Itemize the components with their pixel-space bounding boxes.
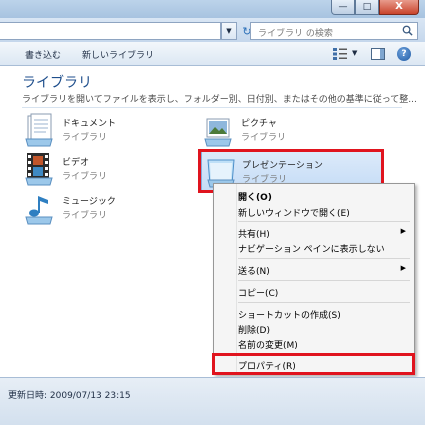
library-item-videos[interactable]: ビデオ ライブラリ xyxy=(24,152,174,192)
videos-library-icon xyxy=(25,153,53,186)
caption-buttons: — □ X xyxy=(331,0,419,16)
library-type: ライブラリ xyxy=(62,211,108,221)
menu-item-label: 送る(N) xyxy=(238,267,270,277)
menu-item-label: ナビゲーション ペインに表示しない xyxy=(238,245,385,255)
search-placeholder: ライブラリ の検索 xyxy=(258,29,333,39)
page-title: ライブラリ xyxy=(22,75,92,91)
menu-item-label: 新しいウィンドウで開く(E) xyxy=(238,209,350,219)
menu-item-delete[interactable]: 削除(D) xyxy=(214,321,414,336)
menu-item-rename[interactable]: 名前の変更(M) xyxy=(214,336,414,351)
details-pane: 更新日時: 2009/07/13 23:15 xyxy=(0,377,425,425)
new-library-button[interactable]: 新しいライブラリ xyxy=(82,48,154,61)
close-button[interactable]: X xyxy=(379,0,419,15)
menu-item-send-to[interactable]: 送る(N) ▶ xyxy=(214,262,414,277)
menu-separator xyxy=(238,302,410,303)
menu-item-open-new-window[interactable]: 新しいウィンドウで開く(E) xyxy=(214,204,414,219)
menu-item-copy[interactable]: コピー(C) xyxy=(214,284,414,299)
menu-item-label: 削除(D) xyxy=(238,326,270,336)
library-name: ドキュメント xyxy=(62,119,117,129)
maximize-icon: □ xyxy=(362,1,372,12)
library-name: ビデオ xyxy=(62,158,90,168)
library-type: ライブラリ xyxy=(241,133,287,143)
chevron-down-icon: ▼ xyxy=(226,27,232,35)
menu-item-hide-from-navigation[interactable]: ナビゲーション ペインに表示しない xyxy=(214,240,414,255)
library-item-music[interactable]: ミュージック ライブラリ xyxy=(24,191,174,231)
library-item-documents[interactable]: ドキュメント ライブラリ xyxy=(24,113,174,153)
menu-item-label: 開く(O) xyxy=(238,193,272,203)
address-dropdown-button[interactable]: ▼ xyxy=(221,22,237,40)
help-icon[interactable]: ? xyxy=(397,47,411,61)
library-name: ピクチャ xyxy=(241,119,277,129)
pictures-library-icon xyxy=(204,118,232,147)
menu-item-open[interactable]: 開く(O) xyxy=(214,188,414,203)
search-icon[interactable] xyxy=(402,25,413,36)
title-bar: — □ X xyxy=(0,0,425,18)
menu-separator xyxy=(238,221,410,222)
menu-item-label: 名前の変更(M) xyxy=(238,341,298,351)
documents-library-icon xyxy=(25,113,53,147)
submenu-arrow-icon: ▶ xyxy=(400,227,406,235)
menu-item-label: ショートカットの作成(S) xyxy=(238,311,341,321)
menu-item-label: コピー(C) xyxy=(238,289,279,299)
music-library-icon xyxy=(25,196,53,225)
library-name: ミュージック xyxy=(62,197,116,207)
minimize-icon: — xyxy=(338,1,348,12)
menu-separator xyxy=(238,258,410,259)
library-item-pictures[interactable]: ピクチャ ライブラリ xyxy=(203,113,353,153)
search-input[interactable]: ライブラリ の検索 xyxy=(250,22,418,40)
close-icon: X xyxy=(395,1,403,12)
address-bar: ▼ ↻ ライブラリ の検索 xyxy=(0,18,425,42)
minimize-button[interactable]: — xyxy=(331,0,355,15)
address-input[interactable] xyxy=(0,22,221,40)
modified-date: 更新日時: 2009/07/13 23:15 xyxy=(8,391,131,401)
menu-item-share[interactable]: 共有(H) ▶ xyxy=(214,225,414,240)
divider xyxy=(22,107,402,108)
context-menu: 開く(O) 新しいウィンドウで開く(E) 共有(H) ▶ ナビゲーション ペイン… xyxy=(213,183,415,375)
menu-item-label: 共有(H) xyxy=(238,230,270,240)
library-type: ライブラリ xyxy=(62,172,108,182)
change-view-icon[interactable] xyxy=(333,48,347,60)
menu-item-create-shortcut[interactable]: ショートカットの作成(S) xyxy=(214,306,414,321)
view-options-dropdown[interactable]: ▼ xyxy=(352,49,357,57)
menu-separator xyxy=(238,280,410,281)
maximize-button[interactable]: □ xyxy=(355,0,379,15)
library-type: ライブラリ xyxy=(62,133,108,143)
preview-pane-icon[interactable] xyxy=(371,48,385,60)
command-bar: 書き込む 新しいライブラリ ▼ ? xyxy=(0,42,425,66)
burn-button[interactable]: 書き込む xyxy=(25,48,61,61)
submenu-arrow-icon: ▶ xyxy=(400,264,406,272)
highlight-frame-properties xyxy=(212,353,415,375)
page-description: ライブラリを開いてファイルを表示し、フォルダー別、日付別、またはその他の基準に従… xyxy=(22,95,417,105)
